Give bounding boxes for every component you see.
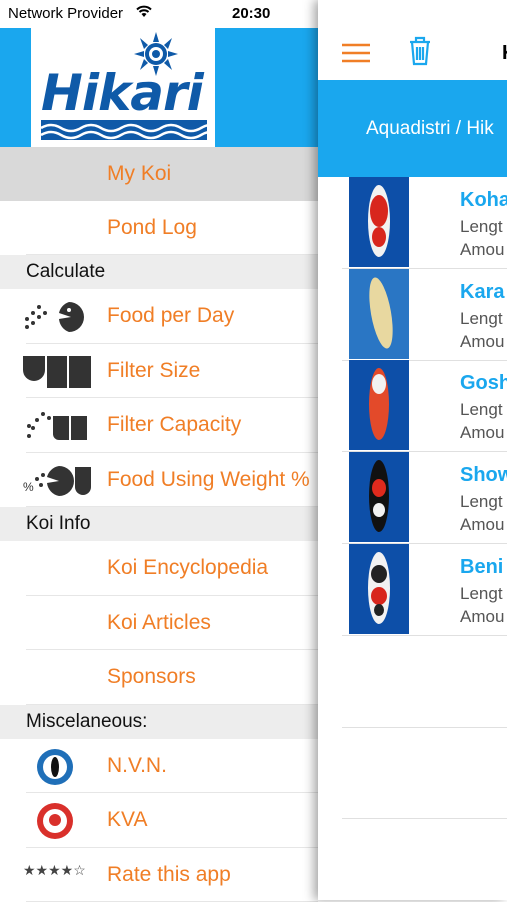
menu-item-label: Sponsors [107, 665, 196, 689]
koi-photo [349, 177, 409, 267]
rating-stars-icon: ★★★★☆ [23, 862, 93, 898]
page-title: K [502, 42, 507, 65]
food-weight-percent-icon: % [23, 463, 93, 499]
logo-text: Hikari [41, 64, 203, 122]
menu-item-rate-app[interactable]: ★★★★☆ Rate this app [26, 848, 318, 902]
filter-capacity-icon [23, 408, 93, 444]
menu-item-kva[interactable]: KVA [26, 793, 318, 848]
owner-banner: Aquadistri / Hik [318, 80, 507, 177]
menu-item-label: Pond Log [107, 216, 197, 240]
koi-amount: Amou [460, 515, 504, 535]
koi-amount: Amou [460, 607, 504, 627]
menu-item-sponsors[interactable]: Sponsors [26, 650, 318, 705]
section-header-miscelaneous: Miscelaneous: [0, 705, 318, 739]
section-header-calculate: Calculate [0, 255, 318, 289]
koi-photo [349, 452, 409, 542]
side-menu: Hikari My Koi Pond Log Calculate Food pe… [0, 28, 318, 900]
koi-length: Lengt [460, 584, 503, 604]
menu-item-label: Rate this app [107, 863, 231, 887]
koi-length: Lengt [460, 492, 503, 512]
menu-item-label: Koi Articles [107, 611, 211, 635]
content-panel: K Aquadistri / Hik Koha Lengt Amou Kara … [318, 0, 507, 900]
menu-item-label: Filter Capacity [107, 413, 241, 437]
koi-photo [349, 360, 409, 450]
koi-name: Kara [460, 281, 504, 304]
menu-header: Hikari [0, 28, 318, 147]
hikari-logo: Hikari [31, 28, 215, 147]
koi-list-item[interactable]: Kara Lengt Amou [342, 269, 507, 361]
koi-length: Lengt [460, 309, 503, 329]
koi-amount: Amou [460, 332, 504, 352]
clock: 20:30 [232, 5, 270, 22]
koi-list-item[interactable]: Koha Lengt Amou [342, 177, 507, 269]
menu-item-label: Koi Encyclopedia [107, 556, 268, 580]
koi-amount: Amou [460, 423, 504, 443]
koi-length: Lengt [460, 400, 503, 420]
menu-item-my-koi[interactable]: My Koi [0, 147, 318, 201]
menu-item-label: KVA [107, 808, 147, 832]
hamburger-menu-icon[interactable] [342, 42, 370, 69]
koi-name: Koha [460, 189, 507, 212]
koi-name: Gosh [460, 372, 507, 395]
list-divider [342, 818, 507, 819]
menu-item-food-using-weight[interactable]: % Food Using Weight % [26, 453, 318, 508]
svg-text:%: % [23, 480, 34, 494]
koi-list-item[interactable]: Beni Lengt Amou [342, 544, 507, 636]
banner-text: Aquadistri / Hik [366, 118, 494, 140]
section-header-koi-info: Koi Info [0, 507, 318, 541]
navigation-bar: K [318, 28, 507, 80]
menu-item-label: Filter Size [107, 359, 200, 383]
menu-item-koi-articles[interactable]: Koi Articles [26, 596, 318, 651]
koi-photo [349, 544, 409, 634]
koi-amount: Amou [460, 240, 504, 260]
menu-item-label: Food per Day [107, 304, 234, 328]
koi-length: Lengt [460, 217, 503, 237]
menu-item-label: Food Using Weight % [107, 468, 310, 492]
food-per-day-icon [23, 299, 93, 335]
menu-item-label: N.V.N. [107, 754, 167, 778]
koi-photo [349, 269, 409, 359]
carrier-label: Network Provider [8, 5, 123, 22]
logo-waves [41, 120, 207, 140]
wifi-icon [135, 4, 153, 22]
menu-item-filter-size[interactable]: Filter Size [26, 344, 318, 399]
menu-item-filter-capacity[interactable]: Filter Capacity [26, 398, 318, 453]
koi-list-item[interactable]: Gosh Lengt Amou [342, 360, 507, 452]
list-divider [342, 727, 507, 728]
trash-icon[interactable] [408, 36, 432, 71]
kva-logo-icon [23, 803, 93, 839]
koi-list-item[interactable]: Show Lengt Amou [342, 452, 507, 544]
menu-item-food-per-day[interactable]: Food per Day [26, 289, 318, 344]
menu-item-label: My Koi [107, 162, 171, 186]
filter-size-icon [23, 354, 93, 390]
koi-name: Beni [460, 556, 503, 579]
koi-name: Show [460, 464, 507, 487]
menu-item-koi-encyclopedia[interactable]: Koi Encyclopedia [26, 541, 318, 596]
menu-item-nvn[interactable]: N.V.N. [26, 739, 318, 794]
menu-item-pond-log[interactable]: Pond Log [26, 201, 318, 256]
nvn-logo-icon [23, 749, 93, 785]
